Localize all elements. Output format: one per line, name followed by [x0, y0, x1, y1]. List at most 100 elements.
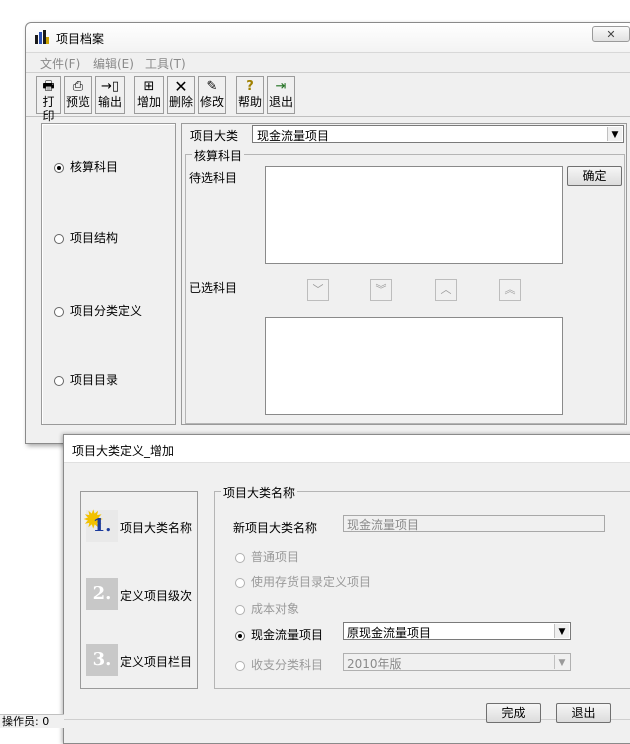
delete-label: 删除: [168, 95, 193, 109]
preview-icon: ⎙: [72, 79, 84, 94]
menu-file[interactable]: 文件(F): [40, 55, 80, 72]
print-button[interactable]: 🖶 打印: [36, 76, 61, 123]
step-1-icon: 1.: [84, 504, 118, 542]
radio-dot-selected: [235, 630, 245, 641]
title-bar: 项目档案 ✕: [26, 23, 630, 53]
radio-dot: [54, 233, 64, 244]
new-name-label: 新项目大类名称: [233, 521, 318, 535]
preview-label: 预览: [65, 95, 90, 109]
radio-project-structure[interactable]: 项目结构: [54, 229, 118, 246]
double-chevron-up-icon: ︽: [504, 283, 516, 296]
exit-button[interactable]: ⇥ 退出: [267, 76, 295, 114]
step-number: 2.: [92, 583, 112, 604]
radio-label: 核算科目: [70, 160, 119, 174]
radio-label: 成本对象: [251, 602, 300, 616]
category-name-group: 项目大类名称 新项目大类名称 现金流量项目 普通项目 使用存货目录定义项目 成本…: [214, 484, 630, 689]
toolbar: 🖶 打印 ⎙ 预览 →▯ 输出 ⊞ 增加 ✕ 删除 ✎ 修改 ? 帮助 ⇥ 退出: [26, 73, 630, 123]
dialog-exit-button[interactable]: 退出: [556, 703, 611, 723]
step-label: 定义项目栏目: [120, 655, 193, 669]
project-archive-window: 项目档案 ✕ 文件(F) 编辑(E) 工具(T) 🖶 打印 ⎙ 预览 →▯ 输出…: [25, 22, 630, 444]
status-bar: 操作员: 0: [0, 714, 64, 728]
step-label: 定义项目级次: [120, 589, 193, 603]
group-title: 核算科目: [192, 147, 245, 164]
chevron-down-icon: ▼: [554, 655, 569, 669]
new-name-value: 现金流量项目: [347, 518, 420, 532]
radio-label: 使用存货目录定义项目: [251, 575, 372, 589]
edit-button[interactable]: ✎ 修改: [198, 76, 226, 114]
radio-accounting-subjects[interactable]: 核算科目: [54, 158, 118, 175]
double-chevron-down-icon: ︾: [375, 283, 387, 296]
radio-label: 收支分类科目: [251, 658, 324, 672]
step-label: 项目大类名称: [120, 521, 193, 535]
radio-cashflow-project[interactable]: 现金流量项目: [235, 626, 323, 643]
income-select-value: 2010年版: [347, 657, 402, 671]
category-select[interactable]: 现金流量项目 ▼: [252, 125, 624, 143]
radio-label: 项目目录: [70, 373, 119, 387]
pending-subjects-list[interactable]: [265, 166, 563, 264]
move-all-up-button[interactable]: ︽: [499, 279, 521, 301]
radio-project-catalog[interactable]: 项目目录: [54, 371, 118, 388]
delete-button[interactable]: ✕ 删除: [167, 76, 195, 114]
category-label: 项目大类: [190, 129, 239, 143]
help-label: 帮助: [237, 95, 262, 109]
step-3-icon: 3.: [86, 644, 118, 676]
radio-cost-object[interactable]: 成本对象: [235, 600, 299, 617]
dialog-button-bar: [64, 719, 630, 720]
move-up-button[interactable]: ︿: [435, 279, 457, 301]
window-title: 项目档案: [56, 32, 105, 46]
radio-category-definition[interactable]: 项目分类定义: [54, 302, 142, 319]
move-all-down-button[interactable]: ︾: [370, 279, 392, 301]
category-definition-dialog: 项目大类定义_增加 1. 项目大类名称 2. 定义项目级次 3. 定义项目栏目 …: [63, 434, 630, 744]
menu-bar: 文件(F) 编辑(E) 工具(T): [26, 53, 630, 73]
radio-label: 普通项目: [251, 550, 300, 564]
radio-dot-selected: [54, 162, 64, 173]
step-2-icon: 2.: [86, 578, 118, 610]
income-select[interactable]: 2010年版 ▼: [343, 653, 571, 671]
help-button[interactable]: ? 帮助: [236, 76, 264, 114]
radio-dot: [54, 306, 64, 317]
export-button[interactable]: →▯ 输出: [95, 76, 125, 114]
add-icon: ⊞: [143, 79, 155, 94]
chevron-down-icon: ﹀: [312, 283, 324, 296]
selected-subjects-list[interactable]: [265, 317, 563, 415]
dialog-title: 项目大类定义_增加: [72, 444, 175, 458]
group-title: 项目大类名称: [221, 484, 298, 501]
radio-income-expense[interactable]: 收支分类科目: [235, 656, 323, 673]
step-levels: 2. 定义项目级次: [86, 578, 196, 612]
radio-dot: [235, 577, 245, 588]
cashflow-select[interactable]: 原现金流量项目 ▼: [343, 622, 571, 640]
exit-icon: ⇥: [275, 79, 287, 94]
confirm-button[interactable]: 确定: [567, 166, 622, 186]
edit-icon: ✎: [206, 79, 218, 94]
export-icon: →▯: [100, 79, 120, 94]
step-number: 3.: [92, 649, 112, 670]
radio-dot: [235, 604, 245, 615]
radio-label: 项目分类定义: [70, 304, 143, 318]
radio-label: 项目结构: [70, 231, 119, 245]
close-icon: ✕: [606, 28, 616, 41]
radio-label: 现金流量项目: [251, 628, 324, 642]
radio-inventory-catalog[interactable]: 使用存货目录定义项目: [235, 573, 371, 590]
help-icon: ?: [246, 79, 254, 94]
step-category-name: 1. 项目大类名称: [84, 504, 196, 544]
preview-button[interactable]: ⎙ 预览: [64, 76, 92, 114]
dialog-title-bar: 项目大类定义_增加: [64, 435, 630, 463]
menu-edit[interactable]: 编辑(E): [93, 55, 134, 72]
subject-panel: 项目大类 现金流量项目 ▼ 核算科目 待选科目 确定 已选科目 ﹀ ︾ ︿ ︽: [181, 123, 627, 425]
chevron-up-icon: ︿: [440, 283, 452, 296]
chevron-down-icon: ▼: [554, 624, 569, 638]
print-label: 打印: [42, 95, 55, 123]
add-button[interactable]: ⊞ 增加: [134, 76, 164, 114]
new-name-input[interactable]: 现金流量项目: [343, 515, 605, 532]
category-value: 现金流量项目: [257, 129, 330, 143]
radio-normal-project[interactable]: 普通项目: [235, 548, 299, 565]
radio-dot: [235, 660, 245, 671]
selected-label: 已选科目: [189, 281, 238, 295]
move-down-button[interactable]: ﹀: [307, 279, 329, 301]
close-button[interactable]: ✕: [592, 26, 630, 42]
printer-icon: 🖶: [42, 79, 55, 94]
cashflow-select-value: 原现金流量项目: [347, 626, 432, 640]
finish-button[interactable]: 完成: [486, 703, 541, 723]
radio-dot: [235, 552, 245, 563]
menu-tools[interactable]: 工具(T): [145, 55, 186, 72]
